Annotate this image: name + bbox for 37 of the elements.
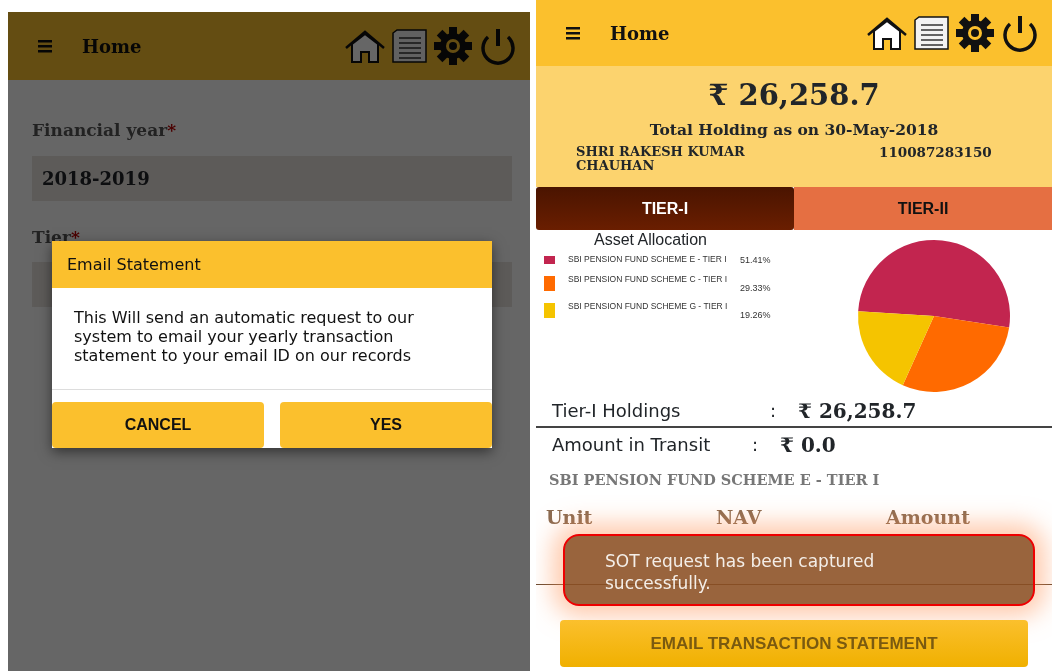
dialog-message: This Will send an automatic request to our system to email your yearly transaction statement to your email ID on our records xyxy=(52,288,492,390)
email-statement-button[interactable]: EMAIL TRANSACTION STATEMENT xyxy=(560,620,1028,667)
document-icon[interactable] xyxy=(914,15,950,51)
screen-title: Home xyxy=(610,21,670,46)
chart-title: Asset Allocation xyxy=(594,230,708,250)
screen-title: Home xyxy=(82,34,142,59)
colon-separator: : xyxy=(752,433,760,457)
legend-percent: 29.33% xyxy=(740,281,771,295)
tier-tab[interactable]: TIER-I xyxy=(536,187,794,230)
account-holder-name: SHRI RAKESH KUMAR CHAUHAN xyxy=(576,145,746,174)
legend-label: SBI PENSION FUND SCHEME E - TIER I xyxy=(568,254,728,264)
menu-icon[interactable] xyxy=(566,26,580,40)
scheme-title: SBI PENSION FUND SCHEME E - TIER I xyxy=(548,470,881,490)
toast-message: SOT request has been captured successfully. xyxy=(563,534,1035,606)
column-header: Unit xyxy=(546,504,594,530)
cancel-button[interactable]: CANCEL xyxy=(52,402,264,448)
holding-amount: ₹ 0.0 xyxy=(780,431,836,459)
legend-percent: 51.41% xyxy=(740,254,771,267)
field-label: Financial year* xyxy=(32,119,178,142)
column-header: Amount xyxy=(886,504,971,530)
settings-icon[interactable] xyxy=(956,14,994,52)
legend-label: SBI PENSION FUND SCHEME G - TIER I xyxy=(568,301,729,311)
colon-separator: : xyxy=(770,399,778,423)
holding-amount: ₹ 26,258.7 xyxy=(798,397,917,425)
total-amount: ₹ 26,258.7 xyxy=(707,78,881,112)
account-number: 110087283150 xyxy=(879,145,992,163)
column-header: NAV xyxy=(716,504,763,530)
confirm-button[interactable]: YES xyxy=(280,402,492,448)
holding-label: Amount in Transit xyxy=(552,433,712,457)
power-icon[interactable] xyxy=(1000,14,1040,52)
home-icon[interactable] xyxy=(866,15,908,51)
holding-caption: Total Holding as on 30-May-2018 xyxy=(648,119,940,141)
tier-tab[interactable]: TIER-II xyxy=(794,187,1052,230)
dialog-title: Email Statement xyxy=(52,241,492,288)
legend-label: SBI PENSION FUND SCHEME C - TIER I xyxy=(568,273,728,284)
holding-label: Tier-I Holdings xyxy=(552,399,682,423)
legend-percent: 19.26% xyxy=(740,309,771,322)
